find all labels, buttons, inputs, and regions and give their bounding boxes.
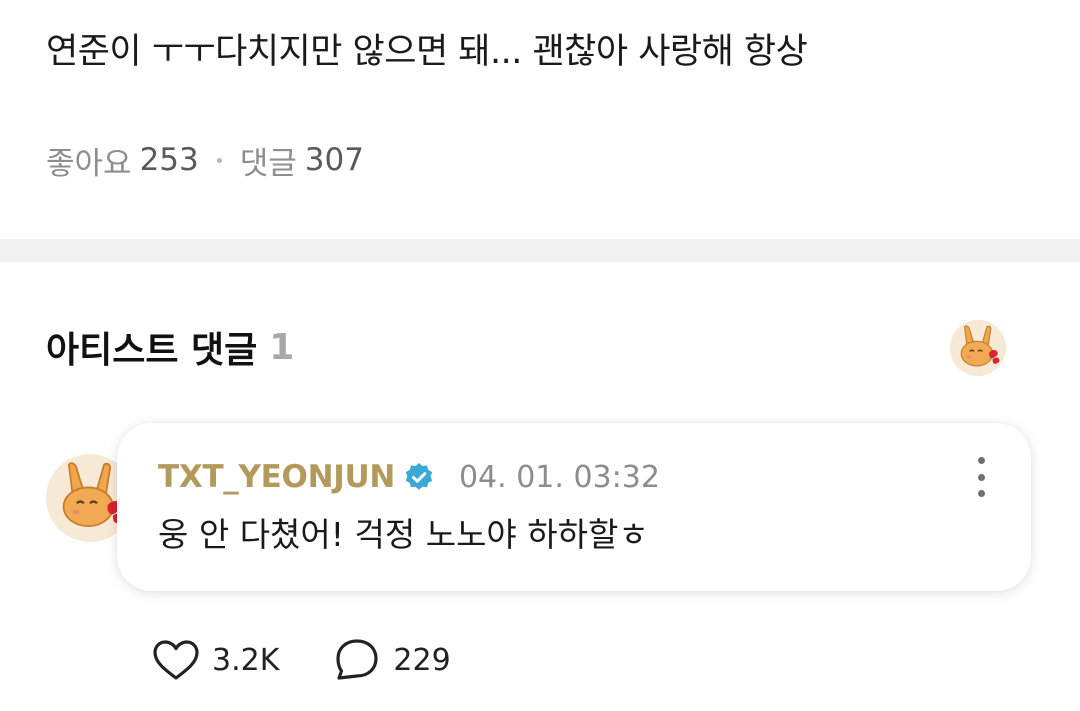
artist-comments-header: 아티스트 댓글 1 bbox=[46, 320, 294, 374]
artist-comment-card: TXT_YEONJUN 04. 01. 03:32 웅 안 다쳤어! 걱정 노노… bbox=[117, 423, 1031, 591]
separator-dot bbox=[216, 157, 222, 163]
likes-count: 253 bbox=[139, 142, 199, 178]
comment-author-name[interactable]: TXT_YEONJUN bbox=[158, 459, 395, 495]
rabbit-character-icon bbox=[950, 320, 1006, 376]
like-button[interactable]: 3.2K bbox=[150, 634, 279, 686]
comment-bubble-icon bbox=[336, 639, 378, 680]
like-count: 3.2K bbox=[212, 642, 280, 678]
artist-comments-count: 1 bbox=[269, 326, 295, 368]
verified-check-icon bbox=[405, 463, 433, 490]
comment-timestamp: 04. 01. 03:32 bbox=[458, 459, 660, 495]
reply-button[interactable]: 229 bbox=[331, 634, 451, 686]
heart-icon bbox=[153, 640, 199, 680]
comment-meta: TXT_YEONJUN 04. 01. 03:32 bbox=[158, 457, 660, 497]
likes-label: 좋아요 bbox=[46, 145, 132, 182]
comment-actions: 3.2K 229 bbox=[150, 634, 451, 686]
reply-count: 229 bbox=[393, 642, 451, 678]
comments-count: 307 bbox=[304, 142, 364, 178]
post-stats: 좋아요 253 댓글 307 bbox=[46, 140, 364, 182]
artist-comments-title: 아티스트 댓글 bbox=[46, 330, 258, 371]
section-divider bbox=[0, 239, 1080, 262]
post-text: 연준이 ㅜㅜ다치지만 않으면 돼... 괜찮아 사랑해 항상 bbox=[46, 32, 808, 72]
comment-text: 웅 안 다쳤어! 걱정 노노야 하하할ㅎ bbox=[158, 515, 649, 554]
more-vertical-icon[interactable] bbox=[969, 457, 993, 497]
artist-avatar-button[interactable] bbox=[950, 320, 1006, 376]
comments-label: 댓글 bbox=[239, 145, 297, 182]
